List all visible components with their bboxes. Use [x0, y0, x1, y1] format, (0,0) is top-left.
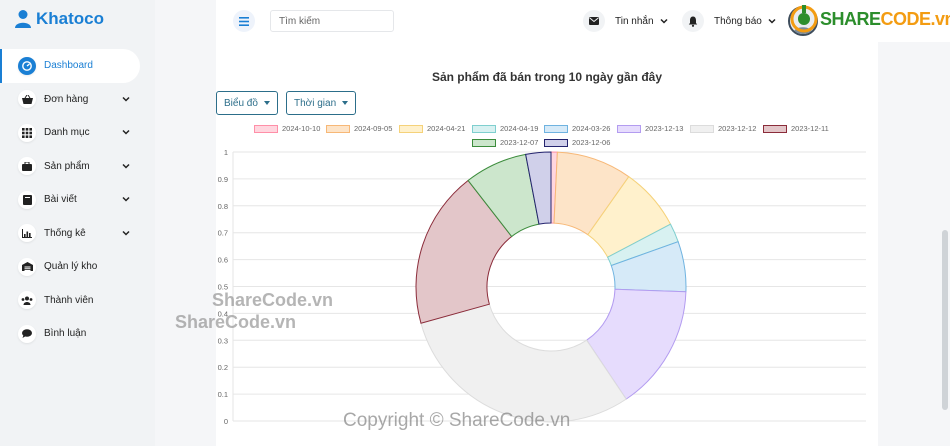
doughnut-slice[interactable] — [420, 303, 627, 423]
copyright-watermark: Copyright © ShareCode.vn — [343, 410, 571, 431]
doughnut-chart: 10.90.80.70.60.50.40.30.20.10 — [218, 148, 866, 426]
y-tick-label: 0.1 — [218, 390, 228, 399]
y-tick-label: 0.9 — [218, 175, 228, 184]
watermark-text: ShareCode.vn — [212, 290, 334, 310]
y-tick-label: 0.6 — [218, 256, 228, 265]
y-tick-label: 0.2 — [218, 363, 228, 372]
y-tick-label: 0 — [224, 417, 228, 426]
y-tick-label: 0.3 — [218, 336, 228, 345]
y-tick-label: 0.8 — [218, 202, 228, 211]
watermark-text: ShareCode.vn — [175, 312, 297, 332]
y-tick-label: 0.7 — [218, 229, 228, 238]
y-tick-label: 1 — [224, 148, 228, 157]
